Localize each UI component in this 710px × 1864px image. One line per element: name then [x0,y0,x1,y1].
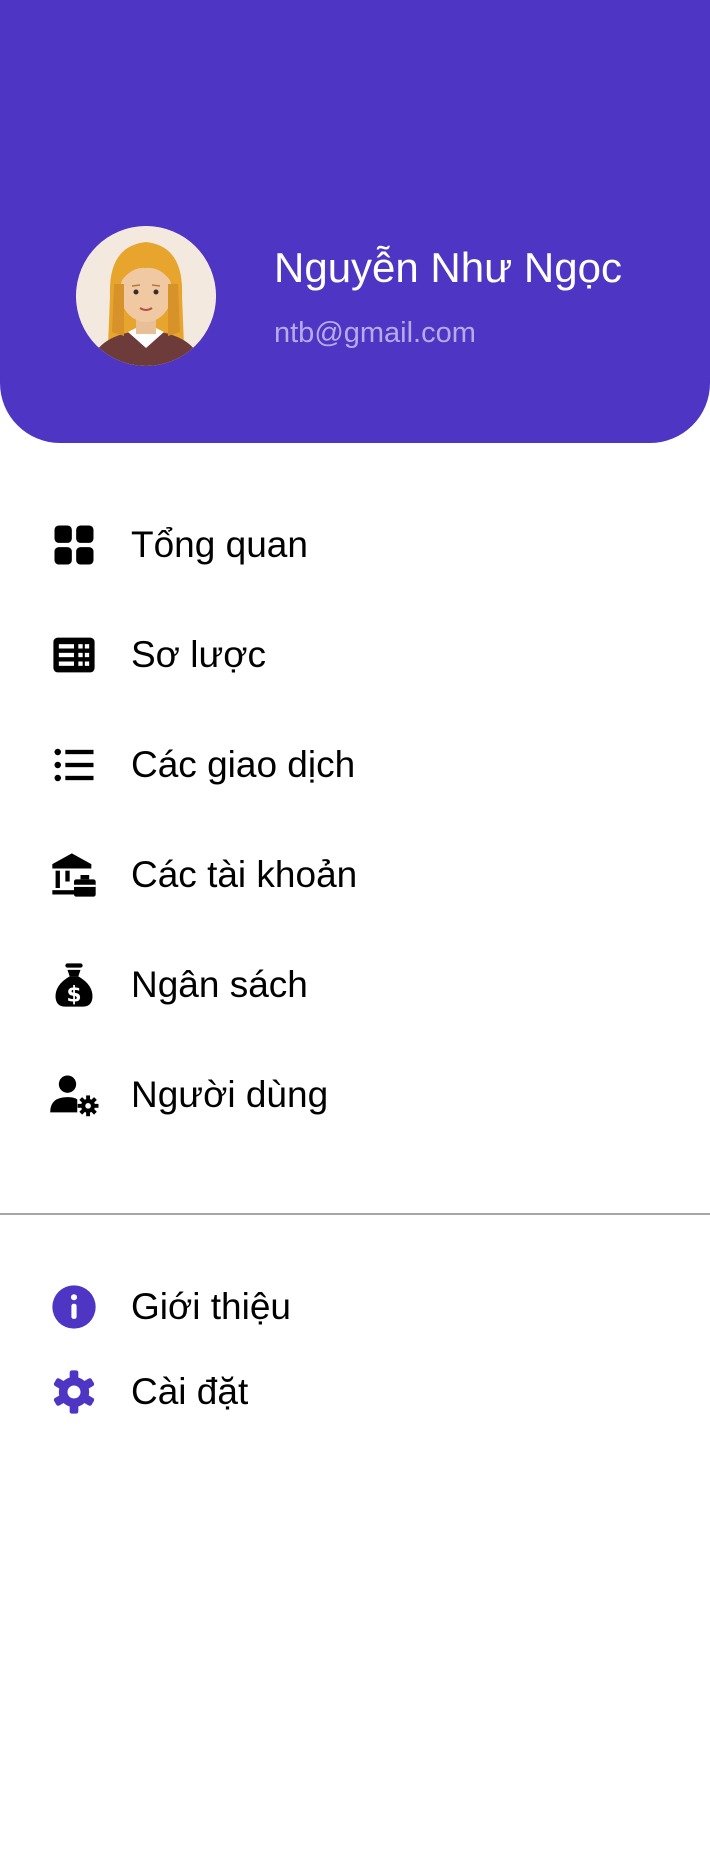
menu-item-label: Tổng quan [131,524,308,565]
menu-item-accounts[interactable]: Các tài khoản [0,827,710,923]
settings-gear-icon [48,1366,100,1418]
menu-item-label: Ngân sách [131,964,308,1005]
avatar[interactable] [76,226,216,366]
svg-text:$: $ [66,982,81,1007]
user-email: ntb@gmail.com [274,317,476,349]
dashboard-icon [48,519,100,571]
menu-item-about[interactable]: Giới thiệu [0,1259,710,1355]
avatar-image [76,226,216,366]
menu-item-label: Giới thiệu [131,1286,291,1327]
info-icon [48,1281,100,1333]
menu-item-budget[interactable]: $ Ngân sách [0,937,710,1033]
user-settings-icon [48,1069,100,1121]
menu-item-label: Cài đặt [131,1371,249,1412]
bank-icon [48,849,100,901]
menu-item-summary[interactable]: Sơ lược [0,607,710,703]
menu-item-label: Các tài khoản [131,854,358,895]
drawer-header: Nguyễn Như Ngọc ntb@gmail.com [0,0,710,443]
article-icon [48,629,100,681]
list-icon [48,739,100,791]
menu-divider [0,1213,710,1215]
menu-item-users[interactable]: Người dùng [0,1047,710,1143]
menu-item-label: Các giao dịch [131,744,356,785]
menu-item-label: Sơ lược [131,634,266,675]
menu-item-label: Người dùng [131,1074,329,1115]
menu-item-transactions[interactable]: Các giao dịch [0,717,710,813]
money-bag-icon: $ [48,959,100,1011]
user-name: Nguyễn Như Ngọc [274,244,622,291]
menu-item-settings[interactable]: Cài đặt [0,1344,710,1440]
menu-item-overview[interactable]: Tổng quan [0,497,710,593]
